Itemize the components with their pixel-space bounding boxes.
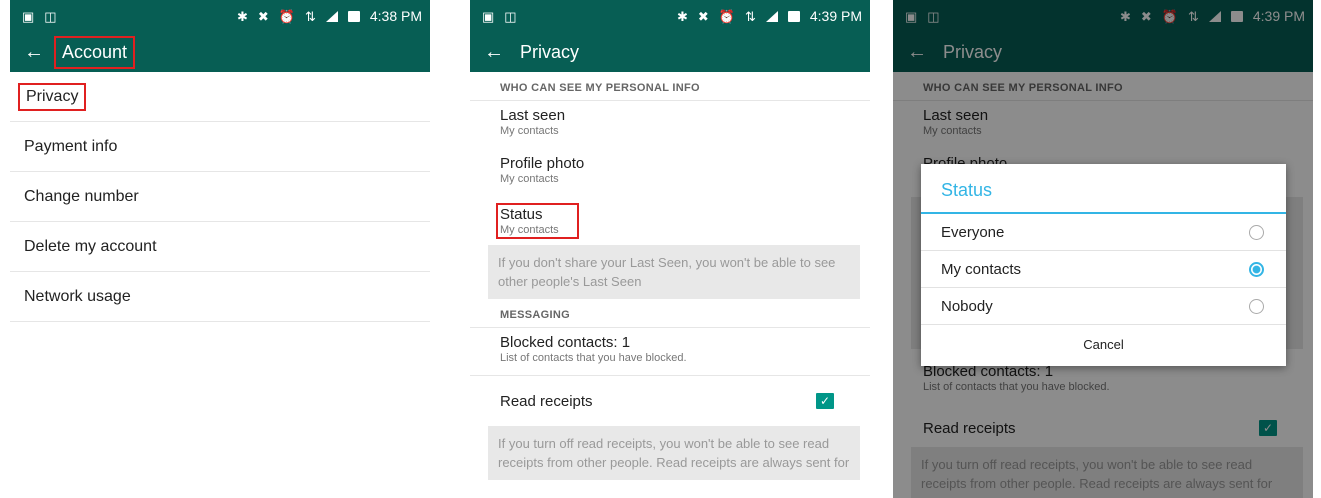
- signal-icon: [325, 10, 338, 22]
- option-label: My contacts: [941, 260, 1022, 278]
- option-nobody[interactable]: Nobody: [921, 288, 1286, 325]
- battery-icon: [347, 10, 360, 22]
- last-seen-note: If you don't share your Last Seen, you w…: [488, 245, 860, 299]
- battery-icon: [787, 10, 800, 22]
- pref-title: Status: [500, 206, 543, 223]
- status-bar: ▣ ◫ ✱ ✖ ⏰ ⇅ 4:39 PM: [470, 0, 870, 32]
- dialog-title: Status: [921, 164, 1286, 214]
- pref-value: List of contacts that you have blocked.: [500, 352, 687, 364]
- pref-value: My contacts: [500, 125, 559, 137]
- account-screen: ▣ ◫ ✱ ✖ ⏰ ⇅ 4:38 PM ← Account Privacy Pa…: [10, 0, 430, 498]
- pref-profile-photo[interactable]: Profile photo My contacts: [470, 149, 870, 197]
- alarm-icon: ⏰: [278, 8, 295, 24]
- privacy-screen: ▣ ◫ ✱ ✖ ⏰ ⇅ 4:39 PM ← Privacy WHO CAN SE…: [470, 0, 870, 498]
- menu-item-privacy[interactable]: Privacy: [10, 72, 430, 122]
- status-time: 4:38 PM: [369, 8, 422, 24]
- back-arrow-icon[interactable]: ←: [24, 42, 54, 62]
- status-highlight-box: Status My contacts: [496, 203, 579, 239]
- bluetooth-icon: ✱: [676, 8, 688, 24]
- read-receipts-note: If you turn off read receipts, you won't…: [488, 426, 860, 480]
- option-everyone[interactable]: Everyone: [921, 214, 1286, 251]
- menu-item-label: Network usage: [24, 287, 131, 305]
- radio-unselected-icon[interactable]: [1249, 224, 1264, 240]
- option-label: Nobody: [941, 297, 993, 315]
- page-title: Privacy: [520, 41, 580, 62]
- pref-value: My contacts: [500, 173, 559, 185]
- mute-icon: ✖: [697, 8, 709, 24]
- radio-unselected-icon[interactable]: [1249, 298, 1264, 314]
- menu-item-change-number[interactable]: Change number: [10, 172, 430, 222]
- app-bar: ← Account: [10, 32, 430, 72]
- menu-item-label: Privacy: [18, 82, 87, 111]
- option-my-contacts[interactable]: My contacts: [921, 251, 1286, 288]
- pref-title: Blocked contacts: 1: [500, 334, 631, 351]
- pref-title: Last seen: [500, 107, 566, 124]
- privacy-status-dialog-screen: ▣ ◫ ✱ ✖ ⏰ ⇅ 4:39 PM ← Privacy WHO CAN SE…: [893, 0, 1313, 498]
- pref-title: Read receipts: [500, 392, 593, 410]
- gallery-icon: ▣: [22, 8, 35, 24]
- status-dialog: Status Everyone My contacts Nobody Cance…: [921, 164, 1286, 366]
- section-header-messaging: MESSAGING: [470, 299, 870, 328]
- back-arrow-icon[interactable]: ←: [484, 42, 514, 62]
- network-h-icon: ⇅: [304, 8, 316, 24]
- cancel-button[interactable]: Cancel: [921, 325, 1286, 364]
- section-header-personal-info: WHO CAN SEE MY PERSONAL INFO: [470, 72, 870, 101]
- menu-item-label: Change number: [24, 187, 139, 205]
- menu-item-network-usage[interactable]: Network usage: [10, 272, 430, 322]
- pref-status[interactable]: Status My contacts: [470, 197, 870, 245]
- screenshot-icon: ◫: [504, 8, 517, 24]
- pref-value: My contacts: [500, 224, 559, 236]
- mute-icon: ✖: [257, 8, 269, 24]
- bluetooth-icon: ✱: [236, 8, 248, 24]
- option-label: Everyone: [941, 223, 1005, 241]
- pref-blocked-contacts[interactable]: Blocked contacts: 1 List of contacts tha…: [470, 328, 870, 376]
- radio-selected-icon[interactable]: [1249, 261, 1264, 277]
- status-bar-dim: [893, 0, 1313, 32]
- menu-item-payment-info[interactable]: Payment info: [10, 122, 430, 172]
- page-title: Account: [54, 35, 136, 69]
- menu-item-delete-account[interactable]: Delete my account: [10, 222, 430, 272]
- menu-item-label: Payment info: [24, 137, 118, 155]
- status-bar: ▣ ◫ ✱ ✖ ⏰ ⇅ 4:38 PM: [10, 0, 430, 32]
- gallery-icon: ▣: [482, 8, 495, 24]
- pref-title: Profile photo: [500, 155, 585, 172]
- pref-last-seen[interactable]: Last seen My contacts: [470, 101, 870, 149]
- signal-icon: [765, 10, 778, 22]
- app-bar: ← Privacy: [470, 32, 870, 72]
- screenshot-icon: ◫: [44, 8, 57, 24]
- read-receipts-checkbox[interactable]: ✓: [816, 393, 834, 409]
- pref-read-receipts[interactable]: Read receipts ✓: [470, 376, 870, 426]
- status-time: 4:39 PM: [809, 8, 862, 24]
- menu-item-label: Delete my account: [24, 237, 157, 255]
- alarm-icon: ⏰: [718, 8, 735, 24]
- network-h-icon: ⇅: [744, 8, 756, 24]
